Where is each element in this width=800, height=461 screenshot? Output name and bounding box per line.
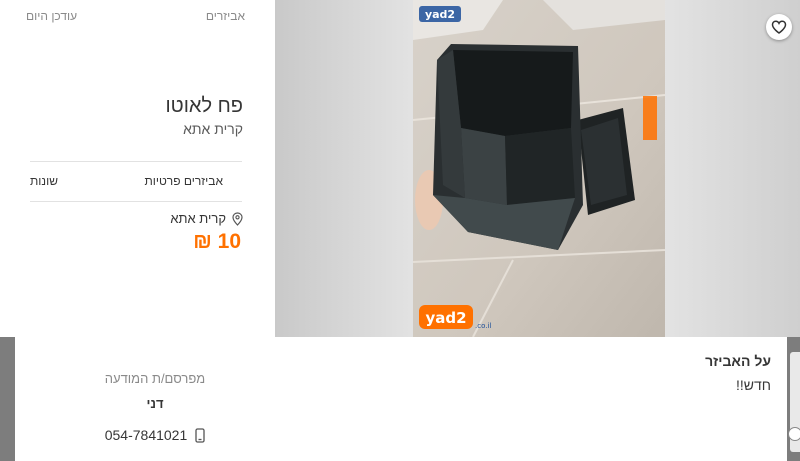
updated-label: עודכן היום (26, 9, 78, 23)
svg-text:.co.il: .co.il (475, 322, 491, 330)
category-item: שונות (30, 174, 58, 188)
phone-icon (195, 427, 205, 443)
advertiser-section: מפרסם/ת המודעה דני 054-7841021 (75, 371, 235, 443)
listing-subtitle: קרית אתא (183, 121, 243, 137)
heart-icon (771, 20, 787, 34)
about-heading: על האביזר (705, 353, 771, 369)
price: 10 ₪ (193, 230, 241, 253)
about-description: חדש!! (736, 377, 771, 393)
phone-row[interactable]: 054-7841021 (75, 427, 235, 443)
advertiser-name: דני (146, 396, 164, 411)
svg-text:yad2: yad2 (425, 8, 455, 21)
category-link[interactable]: אביזרים (206, 9, 245, 23)
category-item: אביזרים פרטיות (144, 174, 223, 188)
about-section: על האביזר חדש!! (705, 353, 771, 393)
divider (30, 161, 242, 162)
listing-title: פח לאוטו (165, 95, 243, 117)
listing-info-panel: אביזרים עודכן היום פח לאוטו קרית אתא אבי… (0, 0, 275, 337)
category-row: אביזרים פרטיות שונות (30, 174, 223, 188)
details-card: על האביזר חדש!! מפרסם/ת המודעה דני 054-7… (15, 337, 787, 461)
listing-meta: אביזרים עודכן היום (26, 9, 245, 23)
photo-image: yad2 yad2 .co.il (413, 0, 665, 337)
location-pin-icon (232, 211, 243, 226)
next-card-peek (786, 352, 800, 452)
svg-text:yad2: yad2 (425, 309, 466, 327)
divider (30, 201, 242, 202)
background-object (643, 96, 657, 140)
listing-photo[interactable]: yad2 yad2 .co.il (413, 0, 665, 337)
phone-number[interactable]: 054-7841021 (105, 427, 188, 443)
location-row: קרית אתא (170, 211, 243, 226)
location-text: קרית אתא (170, 211, 226, 226)
image-gallery[interactable]: yad2 yad2 .co.il (275, 0, 800, 337)
listing-card: אביזרים עודכן היום פח לאוטו קרית אתא אבי… (0, 0, 800, 337)
favorite-button[interactable] (766, 14, 792, 40)
yad2-logo-top: yad2 (419, 6, 461, 22)
advertiser-label: מפרסם/ת המודעה (104, 371, 206, 386)
